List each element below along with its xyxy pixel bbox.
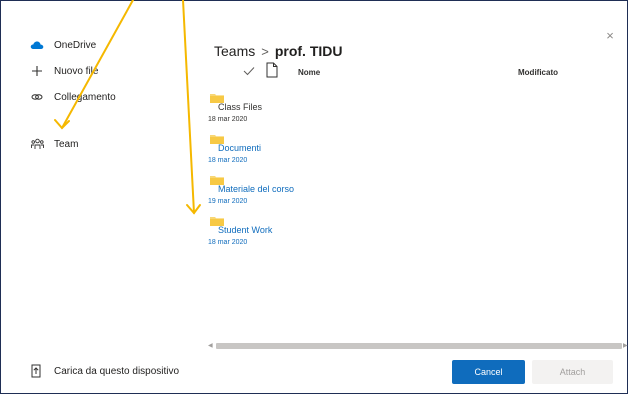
plus-icon bbox=[30, 64, 44, 78]
sidebar-item-label: Nuovo file bbox=[54, 65, 99, 77]
breadcrumb-root[interactable]: Teams bbox=[214, 43, 255, 59]
sidebar-item-label: OneDrive bbox=[54, 39, 97, 51]
folder-name[interactable]: Class Files bbox=[218, 102, 262, 112]
sidebar-item-new-file[interactable]: Nuovo file bbox=[30, 62, 98, 80]
folder-name[interactable]: Documenti bbox=[218, 143, 261, 153]
cancel-button[interactable]: Cancel bbox=[452, 360, 525, 384]
cloud-icon bbox=[30, 38, 44, 52]
column-header-name[interactable]: Nome bbox=[298, 62, 320, 82]
folder-date: 18 mar 2020 bbox=[208, 239, 248, 246]
breadcrumb-separator: > bbox=[261, 43, 269, 59]
folder-name[interactable]: Materiale del corso bbox=[218, 184, 294, 194]
sidebar-item-label: Team bbox=[54, 138, 79, 150]
horizontal-scrollbar[interactable]: ◀ ▶ bbox=[208, 342, 628, 350]
folder-date: 19 mar 2020 bbox=[208, 198, 248, 205]
folder-name[interactable]: Student Work bbox=[218, 225, 272, 235]
breadcrumb: Teams > prof. TIDU bbox=[214, 43, 342, 59]
teams-icon bbox=[30, 137, 44, 151]
breadcrumb-current: prof. TIDU bbox=[274, 43, 343, 59]
sidebar-item-link[interactable]: Collegamento bbox=[30, 88, 116, 106]
sidebar-item-team[interactable]: Team bbox=[30, 135, 78, 153]
upload-icon bbox=[30, 364, 44, 378]
sidebar-item-label: Collegamento bbox=[54, 91, 116, 103]
scroll-right-icon[interactable]: ▶ bbox=[623, 342, 628, 350]
folder-icon bbox=[210, 90, 224, 103]
file-type-icon bbox=[266, 62, 278, 78]
attach-button[interactable]: Attach bbox=[532, 360, 613, 384]
upload-from-device-button[interactable]: Carica da questo dispositivo bbox=[30, 362, 179, 380]
folder-date: 18 mar 2020 bbox=[208, 157, 248, 164]
folder-icon bbox=[210, 131, 224, 144]
folder-icon bbox=[210, 213, 224, 226]
scrollbar-thumb[interactable] bbox=[216, 343, 622, 349]
sidebar: OneDrive Nuovo file Collegamento Team Ca… bbox=[0, 0, 200, 392]
folder-date: 18 mar 2020 bbox=[208, 116, 248, 123]
scroll-left-icon[interactable]: ◀ bbox=[208, 342, 213, 350]
list-item[interactable]: Student Work 18 mar 2020 bbox=[208, 213, 588, 253]
folder-icon bbox=[210, 172, 224, 185]
sidebar-item-onedrive[interactable]: OneDrive bbox=[30, 36, 96, 54]
list-item[interactable]: Class Files 18 mar 2020 bbox=[208, 90, 588, 130]
link-icon bbox=[30, 90, 44, 104]
list-item[interactable]: Documenti 18 mar 2020 bbox=[208, 131, 588, 171]
column-header-modified[interactable]: Modificato bbox=[518, 62, 558, 82]
list-item[interactable]: Materiale del corso 19 mar 2020 bbox=[208, 172, 588, 212]
select-all-checkmark-icon[interactable] bbox=[242, 64, 256, 78]
upload-label: Carica da questo dispositivo bbox=[54, 365, 180, 377]
close-icon[interactable]: × bbox=[603, 29, 617, 43]
